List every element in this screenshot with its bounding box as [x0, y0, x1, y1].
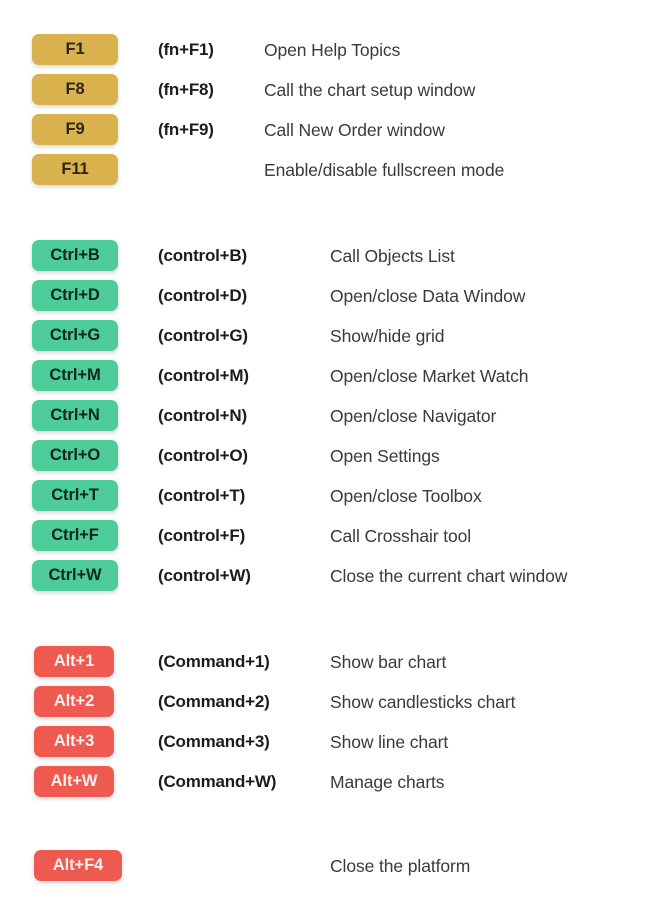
key-chip[interactable]: Ctrl+B — [32, 240, 118, 271]
key-chip[interactable]: Ctrl+T — [32, 480, 118, 511]
shortcut-description: Call Objects List — [330, 245, 455, 266]
shortcut-row: Alt+1 (Command+1) Show bar chart — [0, 642, 654, 682]
shortcut-section-close-platform: Alt+F4 Close the platform — [0, 846, 654, 886]
mac-equivalent-label: (Command+1) — [158, 652, 270, 671]
shortcut-description: Close the platform — [330, 855, 471, 876]
shortcut-description: Open Help Topics — [264, 39, 401, 60]
shortcut-row: Alt+W (Command+W) Manage charts — [0, 762, 654, 802]
key-chip[interactable]: Ctrl+N — [32, 400, 118, 431]
key-chip[interactable]: Alt+W — [34, 766, 114, 797]
shortcut-row: Alt+3 (Command+3) Show line chart — [0, 722, 654, 762]
shortcut-description: Open/close Toolbox — [330, 485, 482, 506]
shortcut-row: Ctrl+D (control+D) Open/close Data Window — [0, 276, 654, 316]
shortcut-description: Show line chart — [330, 731, 449, 752]
shortcut-description: Open/close Data Window — [330, 285, 526, 306]
key-chip[interactable]: Ctrl+D — [32, 280, 118, 311]
key-chip[interactable]: Alt+1 — [34, 646, 114, 677]
key-chip[interactable]: Alt+2 — [34, 686, 114, 717]
shortcut-description: Show candlesticks chart — [330, 691, 516, 712]
mac-equivalent-label: (Command+2) — [158, 692, 270, 711]
shortcut-reference-sheet: F1 (fn+F1) Open Help Topics F8 (fn+F8) Call t… — [0, 0, 654, 924]
mac-equivalent-label: (control+G) — [158, 326, 248, 345]
shortcut-row: Ctrl+F (control+F) Call Crosshair tool — [0, 516, 654, 556]
shortcut-section-control-keys: Ctrl+B (control+B) Call Objects List Ctrl+D… — [0, 236, 654, 596]
shortcut-row: Ctrl+B (control+B) Call Objects List — [0, 236, 654, 276]
shortcut-description: Call New Order window — [264, 119, 445, 140]
shortcut-row: Alt+2 (Command+2) Show candlesticks chart — [0, 682, 654, 722]
key-chip[interactable]: Ctrl+O — [32, 440, 118, 471]
shortcut-row: Ctrl+N (control+N) Open/close Navigator — [0, 396, 654, 436]
mac-equivalent-label: (control+O) — [158, 446, 248, 465]
shortcut-row: Ctrl+M (control+M) Open/close Market Watch — [0, 356, 654, 396]
shortcut-row: F1 (fn+F1) Open Help Topics — [0, 30, 654, 70]
shortcut-row: F11 Enable/disable fullscreen mode — [0, 150, 654, 190]
shortcut-row: Ctrl+O (control+O) Open Settings — [0, 436, 654, 476]
shortcut-description: Show/hide grid — [330, 325, 445, 346]
shortcut-description: Open/close Navigator — [330, 405, 497, 426]
shortcut-description: Open/close Market Watch — [330, 365, 529, 386]
shortcut-description: Open Settings — [330, 445, 440, 466]
mac-equivalent-label: (control+W) — [158, 566, 251, 585]
shortcut-description: Close the current chart window — [330, 565, 568, 586]
mac-equivalent-label: (Command+W) — [158, 772, 277, 791]
key-chip[interactable]: F8 — [32, 74, 118, 105]
key-chip[interactable]: F1 — [32, 34, 118, 65]
mac-equivalent-label: (control+F) — [158, 526, 246, 545]
key-chip[interactable]: Ctrl+G — [32, 320, 118, 351]
shortcut-row: Alt+F4 Close the platform — [0, 846, 654, 886]
key-chip[interactable]: Ctrl+M — [32, 360, 118, 391]
shortcut-description: Enable/disable fullscreen mode — [264, 159, 505, 180]
shortcut-row: Ctrl+W (control+W) Close the current chart… — [0, 556, 654, 596]
mac-equivalent-label: (fn+F9) — [158, 120, 214, 139]
shortcut-description: Call the chart setup window — [264, 79, 476, 100]
mac-equivalent-label: (control+M) — [158, 366, 249, 385]
key-chip[interactable]: Ctrl+F — [32, 520, 118, 551]
shortcut-row: F8 (fn+F8) Call the chart setup window — [0, 70, 654, 110]
key-chip[interactable]: F11 — [32, 154, 118, 185]
shortcut-row: Ctrl+G (control+G) Show/hide grid — [0, 316, 654, 356]
key-chip[interactable]: Ctrl+W — [32, 560, 118, 591]
shortcut-description: Manage charts — [330, 771, 445, 792]
shortcut-row: F9 (fn+F9) Call New Order window — [0, 110, 654, 150]
key-chip[interactable]: Alt+3 — [34, 726, 114, 757]
mac-equivalent-label: (fn+F1) — [158, 40, 214, 59]
mac-equivalent-label: (Command+3) — [158, 732, 270, 751]
mac-equivalent-label: (control+B) — [158, 246, 247, 265]
key-chip[interactable]: Alt+F4 — [34, 850, 122, 881]
shortcut-row: Ctrl+T (control+T) Open/close Toolbox — [0, 476, 654, 516]
shortcut-description: Call Crosshair tool — [330, 525, 472, 546]
shortcut-section-alt-keys: Alt+1 (Command+1) Show bar chart Alt+2 (Comm… — [0, 642, 654, 802]
mac-equivalent-label: (control+D) — [158, 286, 247, 305]
mac-equivalent-label: (control+T) — [158, 486, 246, 505]
shortcut-description: Show bar chart — [330, 651, 447, 672]
key-chip[interactable]: F9 — [32, 114, 118, 145]
mac-equivalent-label: (control+N) — [158, 406, 247, 425]
mac-equivalent-label: (fn+F8) — [158, 80, 214, 99]
shortcut-section-function-keys: F1 (fn+F1) Open Help Topics F8 (fn+F8) Call t… — [0, 30, 654, 190]
